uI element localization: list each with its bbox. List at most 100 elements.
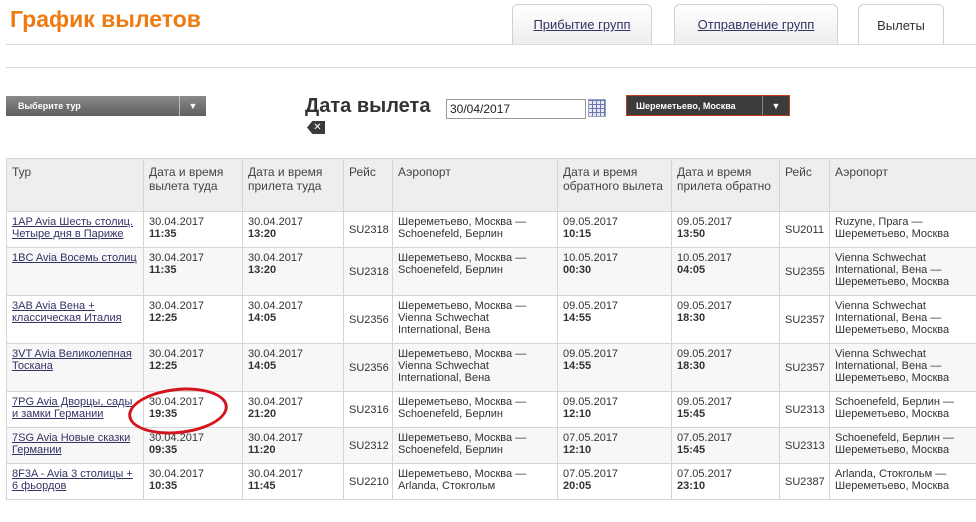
return-airport-route: Arlanda, Стокгольм — Шереметьево, Москва — [829, 463, 976, 500]
tour-link[interactable]: 3VT Avia Великолепная Тоскана — [12, 348, 132, 372]
header-separator — [6, 67, 976, 68]
flight-number: SU2210 — [343, 463, 393, 500]
arr-date: 30.04.2017 — [248, 300, 304, 312]
chevron-down-icon[interactable]: ▼ — [762, 96, 789, 115]
return-flight-number: SU2387 — [779, 463, 830, 500]
ret-arr-date: 07.05.2017 — [677, 432, 733, 444]
ret-dep-date: 10.05.2017 — [563, 252, 619, 264]
flight-number: SU2312 — [343, 427, 393, 464]
column-header: Аэропорт — [392, 158, 558, 212]
airport-select-label: Шереметьево, Москва — [636, 100, 736, 111]
dep-time: 09:35 — [149, 444, 178, 456]
ret-arr-date: 09.05.2017 — [677, 348, 733, 360]
ret-arr-time: 15:45 — [677, 408, 706, 420]
arr-date: 30.04.2017 — [248, 348, 304, 360]
dep-time: 11:35 — [149, 264, 177, 276]
table-row: 8F3A - Avia 3 столицы + 6 фьордов 30.04.… — [6, 463, 976, 500]
arr-date: 30.04.2017 — [248, 252, 304, 264]
return-airport-route: Schoenefeld, Берлин — Шереметьево, Москв… — [829, 427, 976, 464]
ret-dep-time: 00:30 — [563, 264, 592, 276]
dep-time: 10:35 — [149, 480, 178, 492]
table-row: 3VT Avia Великолепная Тоскана 30.04.2017… — [6, 343, 976, 392]
return-flight-number: SU2357 — [779, 343, 830, 392]
dep-date: 30.04.2017 — [149, 252, 205, 264]
dep-time: 11:35 — [149, 228, 177, 240]
ret-arr-date: 09.05.2017 — [677, 300, 733, 312]
date-label: Дата вылета — [305, 95, 431, 117]
arr-time: 11:20 — [248, 444, 276, 456]
ret-dep-time: 14:55 — [563, 360, 592, 372]
column-header: Дата и время обратного вылета — [557, 158, 672, 212]
dep-date: 30.04.2017 — [149, 300, 205, 312]
tour-link[interactable]: 8F3A - Avia 3 столицы + 6 фьордов — [12, 468, 133, 492]
arr-time: 13:20 — [248, 228, 277, 240]
dep-date: 30.04.2017 — [149, 216, 205, 228]
table-row: 1BC Avia Восемь столиц 30.04.2017 11:35 3… — [6, 247, 976, 296]
arr-date: 30.04.2017 — [248, 396, 304, 408]
ret-dep-time: 12:10 — [563, 408, 592, 420]
tour-link[interactable]: 7PG Avia Дворцы, сады и замки Германии — [12, 396, 132, 420]
airport-route: Шереметьево, Москва — Vienna Schwechat I… — [392, 295, 558, 344]
arr-time: 13:20 — [248, 264, 277, 276]
column-header: Тур — [6, 158, 144, 212]
return-airport-route: Vienna Schwechat International, Вена — Ш… — [829, 343, 976, 392]
ret-arr-time: 04:05 — [677, 264, 706, 276]
return-airport-route: Ruzyne, Прага — Шереметьево, Москва — [829, 211, 976, 248]
return-flight-number: SU2313 — [779, 427, 830, 464]
ret-dep-time: 10:15 — [563, 228, 592, 240]
column-header: Рейс — [779, 158, 830, 212]
table-row: 7PG Avia Дворцы, сады и замки Германии 3… — [6, 391, 976, 428]
arr-time: 21:20 — [248, 408, 277, 420]
flight-number: SU2318 — [343, 247, 393, 296]
tour-link[interactable]: 1BC Avia Восемь столиц — [12, 252, 137, 264]
tour-select[interactable]: Выберите тур ▼ — [6, 96, 206, 116]
return-flight-number: SU2355 — [779, 247, 830, 296]
column-header: Рейс — [343, 158, 393, 212]
airport-route: Шереметьево, Москва — Vienna Schwechat I… — [392, 343, 558, 392]
dep-time: 12:25 — [149, 360, 178, 372]
ret-dep-date: 07.05.2017 — [563, 468, 619, 480]
airport-route: Шереметьево, Москва — Schoenefeld, Берли… — [392, 247, 558, 296]
clear-date-icon[interactable]: ✕ — [307, 121, 325, 134]
column-header: Аэропорт — [829, 158, 976, 212]
ret-arr-time: 13:50 — [677, 228, 706, 240]
flight-number: SU2318 — [343, 211, 393, 248]
tab-group-arrivals[interactable]: Прибытие групп — [512, 4, 652, 44]
ret-arr-date: 10.05.2017 — [677, 252, 733, 264]
ret-arr-date: 09.05.2017 — [677, 396, 733, 408]
chevron-down-icon[interactable]: ▼ — [179, 96, 206, 116]
arr-date: 30.04.2017 — [248, 216, 304, 228]
tab-group-departures[interactable]: Отправление групп — [674, 4, 838, 44]
dep-time: 19:35 — [149, 408, 178, 420]
airport-route: Шереметьево, Москва — Schoenefeld, Берли… — [392, 427, 558, 464]
table-row: 3AB Avia Вена + классическая Италия 30.0… — [6, 295, 976, 344]
tab-group-arrivals-label[interactable]: Прибытие групп — [533, 17, 630, 32]
date-input[interactable] — [446, 99, 586, 119]
airport-select[interactable]: Шереметьево, Москва ▼ — [626, 95, 790, 116]
return-airport-route: Schoenefeld, Берлин — Шереметьево, Москв… — [829, 391, 976, 428]
column-header: Дата и время прилета туда — [242, 158, 344, 212]
ret-dep-time: 12:10 — [563, 444, 592, 456]
tab-group-departures-label[interactable]: Отправление групп — [698, 17, 815, 32]
tour-link[interactable]: 3AB Avia Вена + классическая Италия — [12, 300, 122, 324]
airport-route: Шереметьево, Москва — Schoenefeld, Берли… — [392, 211, 558, 248]
flight-number: SU2356 — [343, 343, 393, 392]
page-title: График вылетов — [10, 6, 201, 32]
return-flight-number: SU2357 — [779, 295, 830, 344]
ret-arr-time: 23:10 — [677, 480, 706, 492]
return-airport-route: Vienna Schwechat International, Вена — Ш… — [829, 295, 976, 344]
tour-link[interactable]: 1AP Avia Шесть столиц. Четыре дня в Пари… — [12, 216, 133, 240]
calendar-icon[interactable] — [588, 99, 606, 117]
ret-dep-time: 14:55 — [563, 312, 592, 324]
dep-date: 30.04.2017 — [149, 348, 205, 360]
ret-dep-date: 09.05.2017 — [563, 216, 619, 228]
departures-table: Тур Дата и время вылета туда Дата и врем… — [6, 158, 976, 500]
airport-route: Шереметьево, Москва — Arlanda, Стокгольм — [392, 463, 558, 500]
ret-dep-date: 09.05.2017 — [563, 348, 619, 360]
tour-link[interactable]: 7SG Avia Новые сказки Германии — [12, 432, 130, 456]
arr-date: 30.04.2017 — [248, 432, 304, 444]
tabs-divider — [6, 44, 976, 45]
tab-departures[interactable]: Вылеты — [858, 4, 944, 45]
arr-time: 14:05 — [248, 360, 277, 372]
flight-number: SU2316 — [343, 391, 393, 428]
